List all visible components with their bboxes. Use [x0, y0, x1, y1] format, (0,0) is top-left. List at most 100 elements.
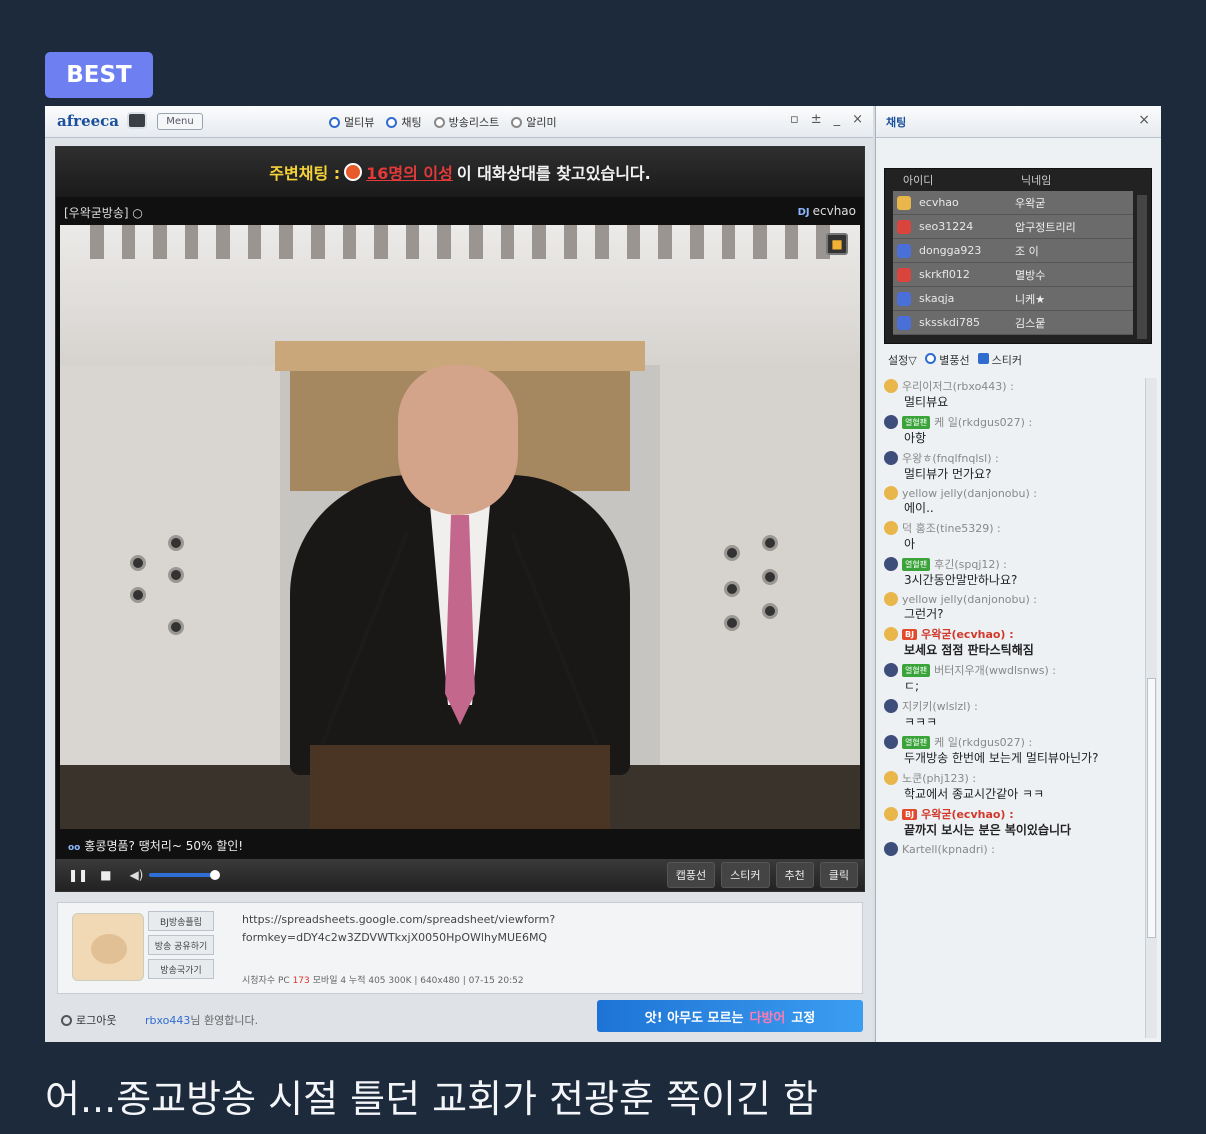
ticker-label: oo — [68, 843, 81, 853]
message-author[interactable]: BJ 우왁굳(ecvhao) : — [884, 626, 1136, 642]
message-author[interactable]: 우왕ㅎ(fnqlfnqlsl) : — [884, 450, 1136, 466]
user-list: 아이디 닉네임 ecvhao 우왁굳 seo31224 압구정트리리 dongga9… — [884, 168, 1152, 344]
message-author[interactable]: 열혈팬 케 일(rkdgus027) : — [884, 734, 1136, 750]
logout-button[interactable]: 로그아웃 — [61, 1012, 116, 1028]
speaker-icon — [762, 569, 778, 585]
url-line: formkey=dDY4c2w3ZDVWTkxjX0050HpOWlhyMUE6… — [242, 931, 548, 944]
user-row[interactable]: sksskdi785 김스뭍 — [893, 311, 1133, 335]
user-row[interactable]: skaqja 니케★ — [893, 287, 1133, 311]
lock-icon[interactable]: ■ — [826, 233, 848, 255]
message-author[interactable]: BJ 우왁굳(ecvhao) : — [884, 806, 1136, 822]
tv-icon — [127, 112, 147, 129]
message-author[interactable]: 지키키(wlslzl) : — [884, 698, 1136, 714]
message-author[interactable]: 덕 홍조(tine5329) : — [884, 520, 1136, 536]
close-button[interactable]: × — [852, 112, 863, 127]
author-name: Kartell(kpnadri) : — [902, 842, 995, 856]
user-grade-icon — [884, 557, 898, 571]
nav-chat[interactable]: 채팅 — [386, 114, 422, 130]
chat-message: 노쿤(phj123) : 학교에서 종교시간같아 ㅋㅋ — [884, 770, 1136, 802]
user-row[interactable]: dongga923 조 이 — [893, 239, 1133, 263]
user-grade-icon — [897, 219, 911, 234]
speaker-icon — [130, 555, 146, 571]
user-nick: 조 이 — [1015, 244, 1039, 258]
user-row[interactable]: ecvhao 우왁굳 — [893, 191, 1133, 215]
banner-prefix: 주변채팅 : — [269, 164, 341, 183]
bj-tag: BJ — [902, 808, 918, 820]
user-list-scrollbar[interactable] — [1137, 195, 1147, 339]
pause-icon[interactable]: ❚❚ — [68, 868, 88, 882]
ad-banner[interactable]: 앗! 아무도 모르는 다방어 고정 — [597, 1000, 863, 1032]
broadcast-url[interactable]: https://spreadsheets.google.com/spreadsh… — [242, 911, 682, 947]
user-nick: 니케★ — [1015, 292, 1046, 306]
share-button[interactable]: 방송 공유하기 — [148, 935, 214, 955]
user-grade-icon — [884, 379, 898, 393]
balloon-icon — [924, 353, 936, 364]
ticker[interactable]: oo 홍콩명품? 땡처리~ 50% 할인! — [60, 831, 860, 857]
player-window: afreeca Menu 멀티뷰 채팅 방송리스트 알리미 ▫ ± _ × 주변… — [45, 106, 873, 1042]
stop-icon[interactable]: ■ — [100, 868, 111, 882]
nav-notifier[interactable]: 알리미 — [511, 114, 557, 130]
message-text: 아항 — [904, 431, 927, 445]
message-author[interactable]: yellow jelly(danjonobu) : — [884, 592, 1136, 606]
user-id: dongga923 — [919, 244, 982, 257]
sticker-tab[interactable]: 스티커 — [977, 352, 1022, 368]
volume-icon[interactable]: ◀) — [129, 868, 143, 882]
message-author[interactable]: 노쿤(phj123) : — [884, 770, 1136, 786]
nearby-chat-banner[interactable]: 주변채팅 : 16명의 이성 이 대화상대를 찾고있습니다. — [56, 147, 864, 197]
channel-name: [우왁굳방송] ○ — [64, 206, 143, 220]
scroll-thumb[interactable] — [1147, 678, 1156, 938]
welcome-suffix: 님 환영합니다. — [190, 1014, 259, 1027]
nav-multiview[interactable]: 멀티뷰 — [329, 114, 374, 130]
user-row[interactable]: skrkfl012 멸방수 — [893, 263, 1133, 287]
minimize-button[interactable]: _ — [834, 112, 841, 127]
chat-close-button[interactable]: × — [1138, 112, 1150, 128]
settings-tab[interactable]: 설정▽ — [888, 352, 917, 368]
nav-label: 알리미 — [526, 116, 557, 129]
message-author[interactable]: 열혈팬 케 일(rkdgus027) : — [884, 414, 1136, 430]
ad-pink: 다방어 — [749, 1010, 786, 1026]
message-text: 멀티뷰가 먼가요? — [904, 467, 992, 481]
message-text: ㅋㅋㅋ — [904, 715, 938, 729]
multiview-icon — [329, 116, 340, 128]
user-grade-icon — [884, 592, 898, 606]
chat-message: 열혈팬 버터지우개(wwdlsnws) : ㄷ; — [884, 662, 1136, 694]
user-row[interactable]: seo31224 압구정트리리 — [893, 215, 1133, 239]
user-grade-icon — [884, 771, 898, 785]
message-author[interactable]: 열혈팬 후긴(spqj12) : — [884, 556, 1136, 572]
bj-avatar[interactable] — [72, 913, 144, 981]
col-nick: 닉네임 — [1021, 174, 1052, 187]
sticker-button[interactable]: 스티커 — [721, 862, 770, 888]
banner-count[interactable]: 16명의 이성 — [366, 160, 453, 184]
balloon-tab[interactable]: 별풍선 — [924, 352, 970, 368]
user-grade-icon — [897, 291, 911, 306]
click-button[interactable]: 클릭 — [819, 862, 858, 888]
pin-button[interactable]: ± — [811, 112, 822, 127]
organ-pipes — [90, 225, 830, 259]
volume-slider[interactable] — [149, 870, 221, 880]
video-scene[interactable]: ■ — [60, 225, 860, 829]
user-grade-icon — [884, 699, 898, 713]
star-balloon-button[interactable]: 캡풍선 — [666, 862, 716, 888]
volume-knob[interactable] — [210, 870, 221, 880]
bj-tag: BJ — [902, 628, 918, 640]
user-grade-icon — [884, 627, 898, 641]
recommend-button[interactable]: 추천 — [775, 862, 814, 888]
nav-broadcast-list[interactable]: 방송리스트 — [433, 114, 499, 130]
message-author[interactable]: 열혈팬 버터지우개(wwdlsnws) : — [884, 662, 1136, 678]
bj-flip-button[interactable]: BJ방송플립 — [148, 911, 214, 931]
user-nick: 김스뭍 — [1015, 316, 1046, 330]
message-author[interactable]: Kartell(kpnadri) : — [884, 842, 1136, 856]
info-buttons: BJ방송플립 방송 공유하기 방송국가기 — [148, 911, 214, 979]
user-list-header: 아이디 닉네임 — [885, 169, 1151, 191]
goto-station-button[interactable]: 방송국가기 — [148, 959, 214, 979]
message-author[interactable]: 우리이저그(rbxo443) : — [884, 378, 1136, 394]
message-author[interactable]: yellow jelly(danjonobu) : — [884, 486, 1136, 500]
chat-scrollbar[interactable] — [1145, 378, 1157, 1038]
menu-button[interactable]: Menu — [157, 113, 203, 130]
restore-button[interactable]: ▫ — [790, 112, 799, 127]
user-id: rbxo443 — [145, 1014, 191, 1027]
control-buttons: 캡풍선 스티커 추천 클릭 — [666, 862, 858, 888]
user-grade-icon — [897, 315, 911, 330]
nav-label: 채팅 — [401, 116, 422, 129]
user-grade-icon — [897, 243, 911, 258]
